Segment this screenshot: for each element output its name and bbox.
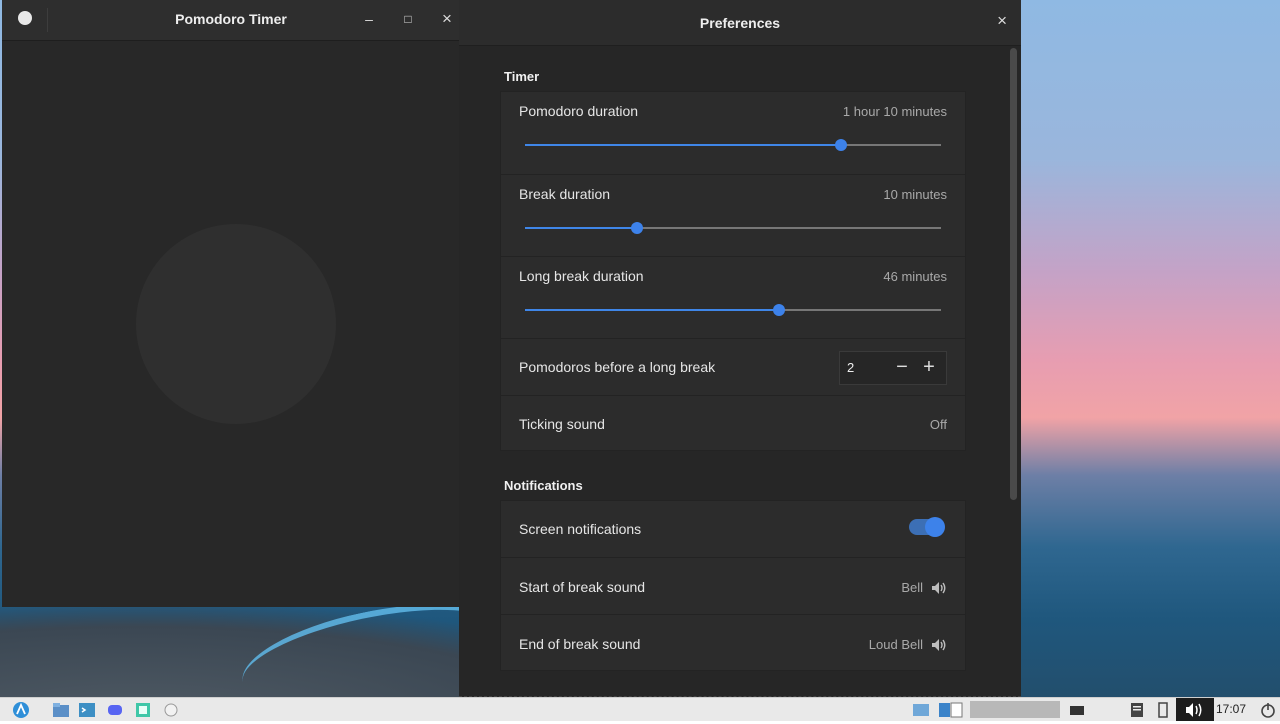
pomodoro-duration-label: Pomodoro duration — [519, 103, 639, 119]
decrement-button[interactable]: − — [892, 357, 912, 377]
screen-notifications-label: Screen notifications — [519, 521, 642, 537]
text-editor-icon[interactable] — [134, 701, 152, 719]
pomodoro-duration-slider[interactable] — [525, 139, 941, 151]
speaker-icon[interactable] — [931, 580, 947, 596]
end-of-break-sound-label: End of break sound — [519, 636, 641, 652]
preferences-close-button[interactable]: × — [997, 11, 1007, 31]
workspace-switcher-icon[interactable] — [938, 701, 964, 719]
window-title: Pomodoro Timer — [175, 11, 287, 27]
pomodoro-duration-value: 1 hour 10 minutes — [842, 104, 947, 119]
network-icon[interactable] — [1068, 701, 1086, 719]
notifications-section-title: Notifications — [504, 478, 583, 493]
maximize-button[interactable]: □ — [399, 10, 417, 28]
pomodoros-count-value[interactable]: 2 — [847, 360, 854, 375]
preferences-title: Preferences — [699, 15, 781, 31]
break-duration-slider[interactable] — [525, 222, 941, 234]
terminal-icon[interactable] — [78, 701, 96, 719]
long-break-duration-label: Long break duration — [519, 268, 644, 284]
volume-area[interactable] — [1176, 698, 1214, 721]
preferences-window: Preferences × Timer Pomodoro duration 1 … — [459, 0, 1021, 697]
slider-handle[interactable] — [835, 139, 848, 151]
pomodoros-count-stepper[interactable]: 2 − + — [839, 351, 947, 385]
play-button[interactable] — [136, 224, 336, 424]
battery-icon[interactable] — [1154, 701, 1172, 719]
clipboard-icon[interactable] — [1128, 701, 1146, 719]
pomodoro-duration-row: Pomodoro duration 1 hour 10 minutes — [501, 92, 965, 174]
speaker-icon[interactable] — [931, 637, 947, 653]
slider-fill — [525, 227, 638, 229]
discord-icon[interactable] — [106, 701, 124, 719]
power-icon[interactable] — [1259, 701, 1277, 719]
preferences-titlebar: Preferences × — [459, 0, 1021, 46]
close-button[interactable]: × — [438, 10, 456, 28]
pomodoros-before-long-break-row: Pomodoros before a long break 2 − + — [501, 338, 965, 396]
long-break-duration-row: Long break duration 46 minutes — [501, 256, 965, 339]
break-duration-label: Break duration — [519, 186, 611, 202]
slider-handle[interactable] — [631, 222, 644, 234]
pomodoro-taskbar-icon[interactable] — [162, 701, 180, 719]
slider-handle[interactable] — [772, 304, 785, 316]
slider-fill — [525, 309, 779, 311]
ticking-sound-label: Ticking sound — [519, 416, 605, 432]
timer-card: Pomodoro duration 1 hour 10 minutes Brea… — [500, 91, 966, 451]
slider-fill — [525, 144, 842, 146]
start-of-break-sound-label: Start of break sound — [519, 579, 646, 595]
minimize-button[interactable]: – — [360, 10, 378, 28]
break-duration-row: Break duration 10 minutes — [501, 174, 965, 257]
start-of-break-sound-value[interactable]: Bell — [901, 580, 923, 595]
show-desktop-icon[interactable] — [912, 701, 930, 719]
end-of-break-sound-row[interactable]: End of break sound Loud Bell — [501, 614, 965, 671]
increment-button[interactable]: + — [919, 357, 939, 377]
screen-notifications-row: Screen notifications — [501, 501, 965, 557]
start-menu-icon[interactable] — [12, 701, 30, 719]
volume-icon[interactable] — [1185, 701, 1205, 719]
toggle-knob — [925, 517, 945, 537]
taskbar: 17:07 — [0, 697, 1280, 721]
break-duration-value: 10 minutes — [883, 187, 947, 202]
pomodoros-before-long-break-label: Pomodoros before a long break — [519, 359, 716, 375]
ticking-sound-value[interactable]: Off — [930, 417, 947, 432]
screen-notifications-toggle[interactable] — [909, 517, 945, 537]
clock[interactable]: 17:07 — [1216, 702, 1246, 716]
long-break-duration-slider[interactable] — [525, 304, 941, 316]
scrollbar[interactable] — [1010, 48, 1017, 500]
pomodoro-titlebar: Pomodoro Timer – □ × — [2, 0, 460, 41]
start-of-break-sound-row[interactable]: Start of break sound Bell — [501, 557, 965, 615]
ticking-sound-row[interactable]: Ticking sound Off — [501, 395, 965, 451]
file-manager-icon[interactable] — [52, 701, 70, 719]
notifications-card: Screen notifications Start of break soun… — [500, 500, 966, 671]
long-break-duration-value: 46 minutes — [883, 269, 947, 284]
window-list-area[interactable] — [970, 701, 1060, 718]
end-of-break-sound-value[interactable]: Loud Bell — [869, 637, 923, 652]
pomodoro-window: Pomodoro Timer – □ × — [2, 0, 460, 607]
timer-section-title: Timer — [504, 69, 540, 84]
